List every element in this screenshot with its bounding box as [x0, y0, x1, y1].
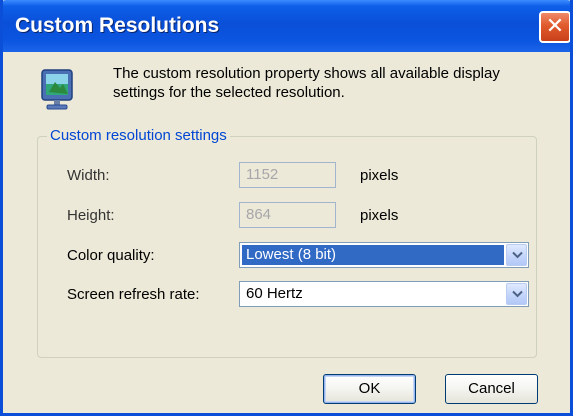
chevron-down-icon [512, 251, 523, 259]
color-quality-label: Color quality: [67, 247, 155, 264]
intro-description: The custom resolution property shows all… [113, 65, 500, 101]
width-field: 1152 [239, 162, 336, 188]
color-quality-dropdown-button[interactable] [506, 244, 527, 266]
chevron-down-icon [512, 290, 523, 298]
close-button[interactable]: ✕ [539, 11, 570, 43]
ok-button[interactable]: OK [323, 374, 416, 404]
close-icon: ✕ [545, 14, 565, 39]
height-unit: pixels [360, 207, 399, 224]
refresh-rate-label: Screen refresh rate: [67, 286, 200, 303]
groupbox-label: Custom resolution settings [47, 127, 230, 145]
refresh-rate-value: 60 Hertz [246, 285, 303, 302]
display-monitor-icon [41, 69, 73, 110]
height-label: Height: [67, 207, 115, 224]
dialog-content: The custom resolution property shows all… [3, 52, 570, 413]
cancel-button[interactable]: Cancel [445, 374, 538, 404]
height-field: 864 [239, 202, 336, 228]
width-unit: pixels [360, 167, 399, 184]
color-quality-select[interactable]: Lowest (8 bit) [239, 242, 529, 268]
custom-resolutions-dialog: Custom Resolutions ✕ The custom resoluti… [0, 0, 573, 416]
refresh-rate-select[interactable]: 60 Hertz [239, 281, 529, 307]
width-label: Width: [67, 167, 110, 184]
color-quality-value: Lowest (8 bit) [242, 245, 504, 265]
window-title: Custom Resolutions [15, 14, 220, 37]
refresh-rate-dropdown-button[interactable] [506, 283, 527, 305]
title-bar: Custom Resolutions ✕ [3, 0, 570, 52]
